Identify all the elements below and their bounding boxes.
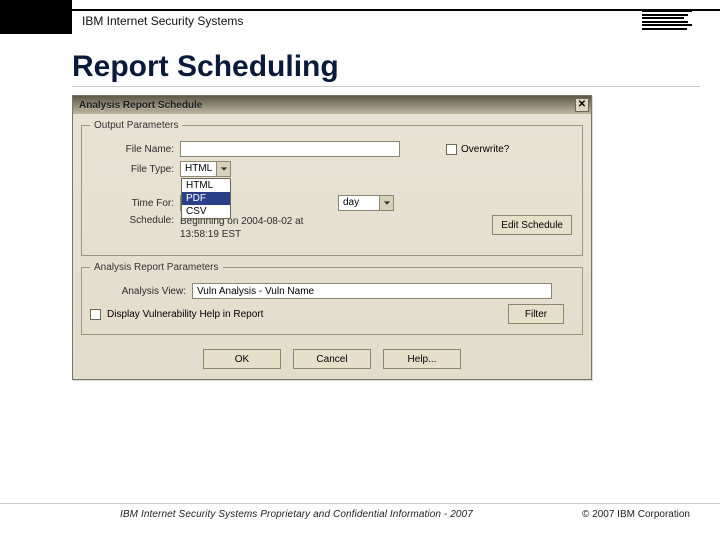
output-parameters-legend: Output Parameters bbox=[90, 120, 182, 131]
footer-rule bbox=[0, 503, 720, 504]
schedule-label: Schedule: bbox=[90, 215, 174, 226]
top-left-slab bbox=[0, 0, 72, 34]
analysis-view-value[interactable]: Vuln Analysis - Vuln Name bbox=[192, 283, 552, 299]
slide-content: Report Scheduling Analysis Report Schedu… bbox=[72, 50, 700, 380]
edit-schedule-button[interactable]: Edit Schedule bbox=[492, 215, 572, 235]
footer-right-text: © 2007 IBM Corporation bbox=[582, 509, 690, 520]
brand-title: IBM Internet Security Systems bbox=[82, 14, 243, 28]
analysis-report-schedule-dialog: Analysis Report Schedule ✕ Output Parame… bbox=[72, 95, 592, 380]
help-button[interactable]: Help... bbox=[383, 349, 461, 369]
dialog-titlebar[interactable]: Analysis Report Schedule ✕ bbox=[73, 96, 591, 114]
display-help-checkbox[interactable] bbox=[90, 309, 101, 320]
display-help-label: Display Vulnerability Help in Report bbox=[107, 309, 263, 320]
filetype-option-html[interactable]: HTML bbox=[182, 179, 230, 192]
chevron-down-icon[interactable] bbox=[379, 196, 393, 210]
filetype-label: File Type: bbox=[90, 164, 174, 175]
overwrite-checkbox[interactable] bbox=[446, 144, 457, 155]
timefor-unit-dropdown[interactable]: day bbox=[338, 195, 394, 211]
close-icon[interactable]: ✕ bbox=[575, 98, 589, 112]
filename-input[interactable] bbox=[180, 141, 400, 157]
dialog-actions: OK Cancel Help... bbox=[73, 341, 591, 379]
filetype-option-csv[interactable]: CSV bbox=[182, 205, 230, 218]
analysis-parameters-group: Analysis Report Parameters Analysis View… bbox=[81, 262, 583, 335]
filetype-option-pdf[interactable]: PDF bbox=[182, 192, 230, 205]
chevron-down-icon[interactable] bbox=[216, 162, 230, 176]
overwrite-label: Overwrite? bbox=[461, 144, 509, 155]
timefor-unit-selected: day bbox=[339, 196, 379, 210]
timefor-label: Time For: bbox=[90, 198, 174, 209]
filename-label: File Name: bbox=[90, 144, 174, 155]
filter-button[interactable]: Filter bbox=[508, 304, 564, 324]
filetype-selected: HTML bbox=[181, 162, 216, 176]
dialog-title: Analysis Report Schedule bbox=[79, 100, 202, 111]
footer-left-text: IBM Internet Security Systems Proprietar… bbox=[120, 509, 473, 520]
top-banner: IBM Internet Security Systems bbox=[0, 0, 720, 34]
filetype-dropdown-list[interactable]: HTML PDF CSV bbox=[181, 178, 231, 219]
overwrite-checkbox-wrap[interactable]: Overwrite? bbox=[446, 144, 509, 155]
output-parameters-group: Output Parameters File Name: Overwrite? … bbox=[81, 120, 583, 256]
filetype-dropdown[interactable]: HTML HTML PDF CSV bbox=[180, 161, 231, 177]
ibm-logo-icon bbox=[642, 10, 692, 30]
analysis-view-label: Analysis View: bbox=[90, 286, 186, 297]
ok-button[interactable]: OK bbox=[203, 349, 281, 369]
page-title: Report Scheduling bbox=[72, 50, 700, 87]
footer: IBM Internet Security Systems Proprietar… bbox=[0, 509, 720, 520]
analysis-parameters-legend: Analysis Report Parameters bbox=[90, 262, 223, 273]
top-rule bbox=[0, 9, 720, 11]
cancel-button[interactable]: Cancel bbox=[293, 349, 371, 369]
